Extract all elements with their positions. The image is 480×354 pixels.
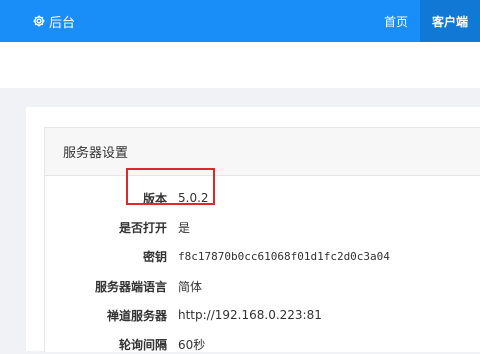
gear-icon [32, 14, 46, 28]
admin-link[interactable]: 后台 [32, 0, 75, 42]
panel-title: 服务器设置 [45, 128, 480, 176]
secret-key-value: f8c17870b0cc61068f01d1fc2d0c3a04 [178, 249, 390, 263]
enabled-label: 是否打开 [118, 220, 167, 235]
row-zentao-server: 禅道服务器 http://192.168.0.223:81 [45, 305, 480, 325]
enabled-value: 是 [178, 220, 191, 235]
poll-interval-label: 轮询间隔 [118, 337, 167, 352]
row-server-language: 服务器端语言 简体 [45, 276, 480, 296]
server-language-label: 服务器端语言 [94, 279, 167, 294]
server-language-value: 简体 [178, 279, 203, 294]
nav-home[interactable]: 首页 [372, 0, 420, 42]
nav-client[interactable]: 客户端 [419, 0, 480, 42]
main-content: 服务器设置 版本 5.0.2 是否打开 是 密钥 f8c17870b0cc610… [26, 107, 480, 352]
main-nav: 首页 客户端 [372, 0, 480, 42]
server-settings-panel: 服务器设置 版本 5.0.2 是否打开 是 密钥 f8c17870b0cc610… [44, 127, 480, 352]
poll-interval-value: 60秒 [178, 337, 206, 352]
subheader-bar [0, 42, 480, 88]
secret-key-label: 密钥 [142, 249, 167, 264]
admin-label: 后台 [49, 15, 76, 31]
zentao-server-label: 禅道服务器 [106, 308, 167, 323]
row-enabled: 是否打开 是 [45, 217, 480, 237]
top-navbar: 后台 首页 客户端 [0, 0, 480, 42]
version-highlight-box [126, 168, 215, 205]
row-version: 版本 5.0.2 [45, 188, 480, 208]
zentao-server-value: http://192.168.0.223:81 [178, 308, 322, 322]
row-secret-key: 密钥 f8c17870b0cc61068f01d1fc2d0c3a04 [45, 246, 480, 266]
row-poll-interval: 轮询间隔 60秒 [45, 334, 480, 354]
